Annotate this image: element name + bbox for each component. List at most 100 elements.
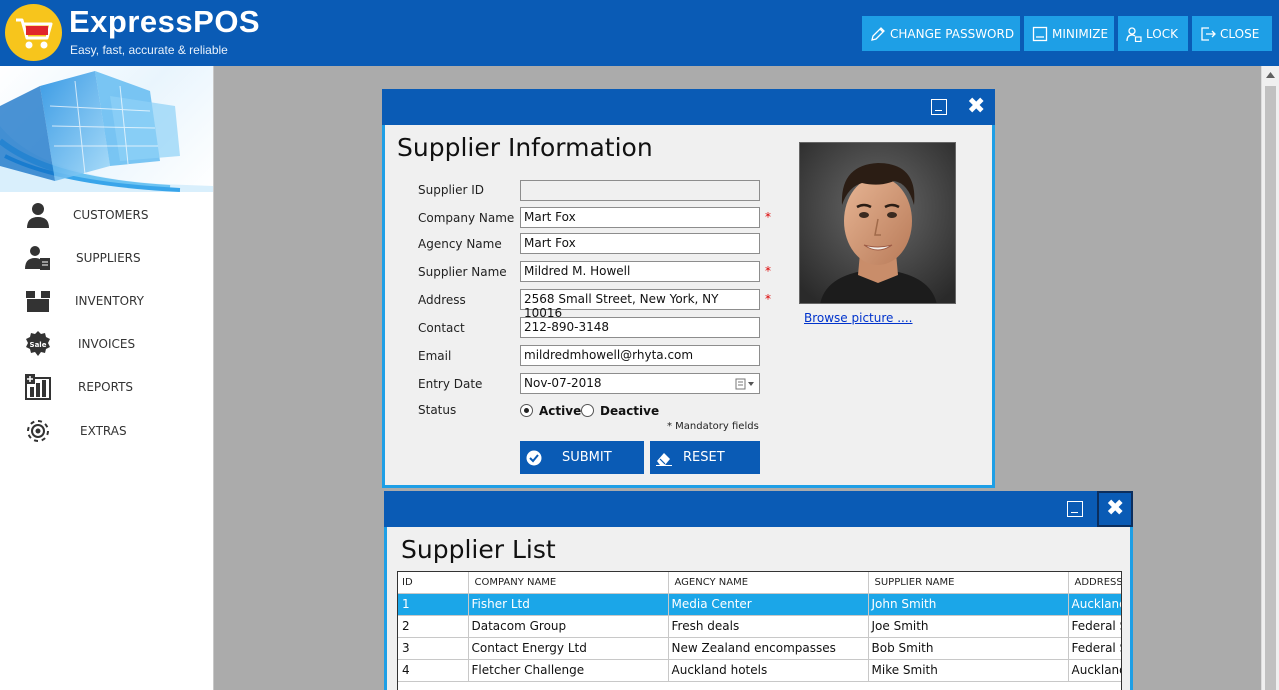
sidebar-item-invoices[interactable]: Sale INVOICES bbox=[0, 324, 213, 364]
scroll-thumb[interactable] bbox=[1265, 86, 1276, 690]
status-active-radio[interactable] bbox=[520, 404, 533, 417]
table-cell: Media Center bbox=[668, 593, 869, 616]
table-cell: Auckland bbox=[1068, 593, 1121, 616]
sidebar-item-label: INVENTORY bbox=[75, 294, 144, 308]
reset-button[interactable]: RESET bbox=[650, 441, 760, 474]
supplier-icon bbox=[24, 244, 52, 272]
supplier-table: ID COMPANY NAME AGENCY NAME SUPPLIER NAM… bbox=[397, 571, 1122, 690]
eraser-icon bbox=[656, 452, 672, 466]
exit-icon bbox=[1201, 26, 1216, 41]
table-cell: 4 bbox=[398, 659, 469, 682]
table-cell: Joe Smith bbox=[868, 615, 1069, 638]
supplier-id-field[interactable] bbox=[520, 180, 760, 201]
email-label: Email bbox=[418, 349, 452, 363]
sale-badge-text: Sale bbox=[30, 341, 47, 349]
required-marker: * bbox=[765, 264, 771, 278]
window-minimize-icon[interactable] bbox=[1067, 501, 1083, 517]
supplier-name-field[interactable]: Mildred M. Howell bbox=[520, 261, 760, 282]
sale-badge-icon: Sale bbox=[24, 330, 52, 358]
pen-icon bbox=[871, 26, 885, 41]
sidebar-item-customers[interactable]: CUSTOMERS bbox=[0, 195, 213, 235]
mandatory-note: * Mandatory fields bbox=[667, 421, 759, 432]
table-cell: Auckland bbox=[1068, 659, 1121, 682]
table-cell: 2 bbox=[398, 615, 469, 638]
sidebar-item-inventory[interactable]: INVENTORY bbox=[0, 281, 213, 321]
column-header[interactable]: COMPANY NAME bbox=[468, 572, 669, 594]
page-title: Supplier Information bbox=[397, 133, 653, 162]
window-close-icon[interactable]: ✖ bbox=[967, 96, 985, 118]
report-chart-icon bbox=[24, 373, 52, 401]
table-row[interactable]: 1 Fisher Ltd Media Center John Smith Auc… bbox=[398, 593, 1121, 616]
box-icon bbox=[24, 287, 52, 315]
table-cell: Federal S bbox=[1068, 637, 1121, 660]
app-title: ExpressPOS bbox=[69, 4, 261, 39]
company-name-label: Company Name bbox=[418, 211, 515, 225]
close-app-button[interactable]: CLOSE bbox=[1192, 16, 1272, 51]
calendar-dropdown-icon[interactable] bbox=[735, 378, 755, 390]
user-lock-icon bbox=[1126, 26, 1142, 42]
table-row[interactable]: 2 Datacom Group Fresh deals Joe Smith Fe… bbox=[398, 615, 1121, 638]
change-password-button[interactable]: CHANGE PASSWORD bbox=[862, 16, 1020, 51]
entry-date-picker[interactable]: Nov-07-2018 bbox=[520, 373, 760, 394]
checkmark-circle-icon bbox=[526, 450, 542, 465]
table-cell: 1 bbox=[398, 593, 469, 616]
sidebar-banner-image bbox=[0, 66, 213, 192]
address-label: Address bbox=[418, 293, 466, 307]
company-name-field[interactable]: Mart Fox bbox=[520, 207, 760, 228]
page-title: Supplier List bbox=[401, 535, 556, 564]
supplier-name-label: Supplier Name bbox=[418, 265, 507, 279]
browse-picture-link[interactable]: Browse picture .... bbox=[804, 311, 913, 325]
window-close-button[interactable]: ✖ bbox=[1097, 491, 1133, 527]
table-cell: 3 bbox=[398, 637, 469, 660]
window-minimize-icon[interactable] bbox=[931, 99, 947, 115]
email-field[interactable]: mildredmhowell@rhyta.com bbox=[520, 345, 760, 366]
table-cell: Datacom Group bbox=[468, 615, 669, 638]
column-header[interactable]: ID bbox=[398, 572, 469, 594]
agency-name-label: Agency Name bbox=[418, 237, 502, 251]
contact-label: Contact bbox=[418, 321, 465, 335]
sidebar-item-reports[interactable]: REPORTS bbox=[0, 367, 213, 407]
table-cell: Mike Smith bbox=[868, 659, 1069, 682]
sidebar-item-extras[interactable]: EXTRAS bbox=[0, 411, 213, 451]
required-marker: * bbox=[765, 210, 771, 224]
supplier-photo bbox=[799, 142, 956, 304]
window-titlebar: ✖ bbox=[384, 491, 1133, 527]
window-titlebar: ✖ bbox=[382, 89, 995, 125]
reset-label: RESET bbox=[683, 450, 725, 465]
column-header[interactable]: ADDRESS bbox=[1068, 572, 1121, 594]
sidebar-item-suppliers[interactable]: SUPPLIERS bbox=[0, 238, 213, 278]
lock-button[interactable]: LOCK bbox=[1118, 16, 1188, 51]
table-cell: Bob Smith bbox=[868, 637, 1069, 660]
minimize-button[interactable]: MINIMIZE bbox=[1024, 16, 1114, 51]
app-tagline: Easy, fast, accurate & reliable bbox=[70, 43, 228, 57]
entry-date-label: Entry Date bbox=[418, 377, 483, 391]
column-header[interactable]: SUPPLIER NAME bbox=[868, 572, 1069, 594]
scroll-up-arrow-icon[interactable] bbox=[1262, 66, 1279, 83]
status-label: Status bbox=[418, 403, 457, 417]
contact-field[interactable]: 212-890-3148 bbox=[520, 317, 760, 338]
table-cell: Contact Energy Ltd bbox=[468, 637, 669, 660]
app-header: ExpressPOS Easy, fast, accurate & reliab… bbox=[0, 0, 1279, 66]
status-deactive-radio[interactable] bbox=[581, 404, 594, 417]
submit-label: SUBMIT bbox=[562, 450, 612, 465]
status-radio-group: Active Deactive bbox=[520, 404, 660, 418]
table-cell: Fisher Ltd bbox=[468, 593, 669, 616]
agency-name-field[interactable]: Mart Fox bbox=[520, 233, 760, 254]
table-row[interactable]: 4 Fletcher Challenge Auckland hotels Mik… bbox=[398, 659, 1121, 682]
minimize-label: MINIMIZE bbox=[1052, 26, 1109, 41]
close-app-label: CLOSE bbox=[1220, 26, 1260, 41]
supplier-info-window: ✖ Supplier Information Supplier ID Compa… bbox=[382, 89, 995, 488]
table-cell: New Zealand encompasses bbox=[668, 637, 869, 660]
gear-icon bbox=[24, 417, 52, 445]
table-cell: Fresh deals bbox=[668, 615, 869, 638]
submit-button[interactable]: SUBMIT bbox=[520, 441, 644, 474]
window-close-icon[interactable]: ✖ bbox=[1106, 498, 1124, 520]
change-password-label: CHANGE PASSWORD bbox=[890, 26, 1015, 41]
table-row[interactable]: 3 Contact Energy Ltd New Zealand encompa… bbox=[398, 637, 1121, 660]
person-icon bbox=[24, 201, 52, 229]
entry-date-value: Nov-07-2018 bbox=[524, 376, 602, 390]
column-header[interactable]: AGENCY NAME bbox=[668, 572, 869, 594]
address-field[interactable]: 2568 Small Street, New York, NY 10016 bbox=[520, 289, 760, 320]
sidebar-item-label: SUPPLIERS bbox=[76, 251, 141, 265]
vertical-scrollbar[interactable] bbox=[1261, 66, 1279, 690]
